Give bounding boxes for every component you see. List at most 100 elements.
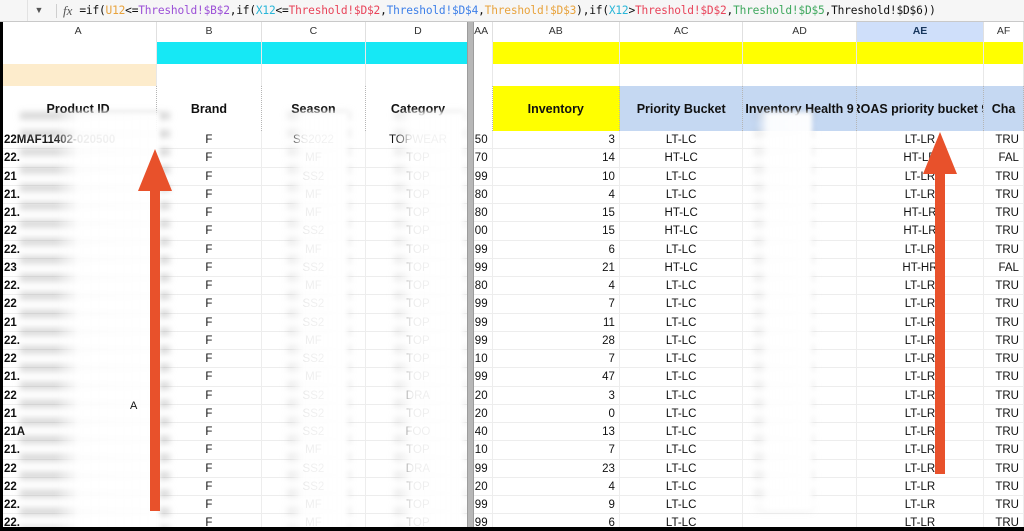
- table-header-cell[interactable]: Inventory: [492, 86, 620, 131]
- chevron-down-icon[interactable]: ▼: [28, 0, 50, 21]
- cell-cha[interactable]: TRU: [984, 222, 1024, 241]
- cell-category[interactable]: TOP: [366, 331, 471, 350]
- cell-inventory[interactable]: 9: [493, 496, 620, 515]
- cell-season[interactable]: SS2: [262, 386, 367, 405]
- cell-inventory[interactable]: 23: [493, 459, 620, 478]
- cell-inventory_health[interactable]: [743, 386, 857, 405]
- cell-priority_bucket[interactable]: LT-LC: [620, 459, 744, 478]
- cell-inventory_health[interactable]: [743, 222, 857, 241]
- cell-cha[interactable]: TRU: [984, 240, 1024, 259]
- cell-inventory_health[interactable]: [743, 477, 857, 496]
- cell-priority_bucket[interactable]: LT-LC: [620, 404, 744, 423]
- cell-inventory_health[interactable]: [743, 459, 857, 478]
- cell-category[interactable]: TOP: [366, 404, 471, 423]
- cell-season[interactable]: MF: [262, 441, 367, 460]
- cell-priority_bucket[interactable]: LT-LC: [620, 240, 744, 259]
- cell-priority_bucket[interactable]: LT-LC: [620, 185, 744, 204]
- cell-inventory[interactable]: 7: [493, 295, 620, 314]
- cell-priority_bucket[interactable]: LT-LC: [620, 423, 744, 442]
- cell-priority_bucket[interactable]: HT-LC: [620, 258, 744, 277]
- cell-priority_bucket[interactable]: HT-LC: [620, 149, 744, 168]
- cell-inventory[interactable]: 0: [493, 404, 620, 423]
- cell-season[interactable]: SS2: [262, 222, 367, 241]
- cell-priority_bucket[interactable]: HT-LC: [620, 204, 744, 223]
- cell-category[interactable]: TOP: [366, 149, 471, 168]
- cell-season[interactable]: SS2022: [262, 131, 367, 150]
- cell-inventory[interactable]: 7: [493, 350, 620, 369]
- cell-inventory[interactable]: 13: [493, 423, 620, 442]
- cell-category[interactable]: DRA: [366, 459, 471, 478]
- cell-priority_bucket[interactable]: LT-LC: [620, 386, 744, 405]
- function-icon[interactable]: fx: [63, 3, 79, 19]
- cell-priority_bucket[interactable]: LT-LC: [620, 313, 744, 332]
- table-header-cell[interactable]: Category: [366, 86, 471, 131]
- cell-cha[interactable]: TRU: [984, 295, 1024, 314]
- cell-season[interactable]: SS2: [262, 404, 367, 423]
- cell-cha[interactable]: TRU: [984, 459, 1024, 478]
- cell-cha[interactable]: FAL: [984, 149, 1024, 168]
- cell-category[interactable]: TOP: [366, 204, 471, 223]
- cell-cha[interactable]: TRU: [984, 204, 1024, 223]
- cell-cha[interactable]: TRU: [984, 368, 1024, 387]
- cell-cha[interactable]: TRU: [984, 496, 1024, 515]
- cell-cha[interactable]: TRU: [984, 441, 1024, 460]
- table-header-cell[interactable]: Priority Bucket: [619, 86, 744, 131]
- cell-category[interactable]: TOP: [366, 441, 471, 460]
- cell-inventory[interactable]: 47: [493, 368, 620, 387]
- cell-season[interactable]: SS2: [262, 350, 367, 369]
- cell-inventory_health[interactable]: [743, 423, 857, 442]
- column-header-a[interactable]: A: [0, 22, 158, 42]
- cell-season[interactable]: SS2: [262, 459, 367, 478]
- cell-inventory[interactable]: 14: [493, 149, 620, 168]
- cell-category[interactable]: TOP: [366, 185, 471, 204]
- cell-cha[interactable]: TRU: [984, 331, 1024, 350]
- table-header-cell[interactable]: Product ID: [0, 86, 158, 131]
- cell-season[interactable]: MF: [262, 331, 367, 350]
- cell-cha[interactable]: TRU: [984, 131, 1024, 150]
- cell-cha[interactable]: TRU: [984, 477, 1024, 496]
- cell-category[interactable]: TOP: [366, 368, 471, 387]
- cell-roas_bucket[interactable]: LT-LR: [857, 477, 985, 496]
- cell-cha[interactable]: FAL: [984, 258, 1024, 277]
- cell-inventory[interactable]: 4: [493, 277, 620, 296]
- cell-inventory[interactable]: 11: [493, 313, 620, 332]
- cell-roas_bucket[interactable]: LT-LR: [857, 496, 985, 515]
- cell-season[interactable]: MF: [262, 496, 367, 515]
- cell-cha[interactable]: TRU: [984, 386, 1024, 405]
- column-header-ab[interactable]: AB: [492, 22, 620, 42]
- cell-inventory_health[interactable]: [743, 149, 857, 168]
- cell-inventory_health[interactable]: [743, 368, 857, 387]
- column-header-row[interactable]: A B C D AA AB AC AD AE AF: [0, 22, 1024, 42]
- cell-cha[interactable]: TRU: [984, 185, 1024, 204]
- column-header-af[interactable]: AF: [984, 22, 1024, 42]
- name-box[interactable]: [0, 0, 28, 21]
- cell-inventory_health[interactable]: [743, 204, 857, 223]
- cell-priority_bucket[interactable]: LT-LC: [620, 295, 744, 314]
- cell-season[interactable]: SS2: [262, 167, 367, 186]
- table-header-cell[interactable]: Inventory Health 9: [743, 86, 857, 131]
- cell-priority_bucket[interactable]: LT-LC: [620, 441, 744, 460]
- table-header-cell[interactable]: ROAS priority bucket 9: [856, 86, 985, 131]
- cell-priority_bucket[interactable]: LT-LC: [620, 131, 744, 150]
- cell-cha[interactable]: TRU: [984, 167, 1024, 186]
- cell-season[interactable]: SS2: [262, 477, 367, 496]
- column-header-ac[interactable]: AC: [619, 22, 744, 42]
- column-header-d[interactable]: D: [366, 22, 471, 42]
- cell-inventory_health[interactable]: [743, 441, 857, 460]
- column-header-ae[interactable]: AE: [856, 22, 985, 42]
- cell-cha[interactable]: TRU: [984, 277, 1024, 296]
- cell-season[interactable]: SS2: [262, 423, 367, 442]
- cell-inventory[interactable]: 3: [493, 131, 620, 150]
- column-header-b[interactable]: B: [157, 22, 262, 42]
- cell-category[interactable]: TOP: [366, 258, 471, 277]
- cell-season[interactable]: MF: [262, 277, 367, 296]
- cell-category[interactable]: TOP: [366, 477, 471, 496]
- cell-priority_bucket[interactable]: LT-LC: [620, 496, 744, 515]
- cell-category[interactable]: TOPWEAR: [366, 131, 471, 150]
- cell-season[interactable]: SS2: [262, 295, 367, 314]
- formula-bar[interactable]: ▼ fx =if(U12<=Threshold!$B$2,if(X12<=Thr…: [0, 0, 1024, 22]
- cell-inventory[interactable]: 15: [493, 222, 620, 241]
- cell-season[interactable]: MF: [262, 240, 367, 259]
- column-header-ad[interactable]: AD: [743, 22, 857, 42]
- table-header-cell[interactable]: Cha: [984, 86, 1024, 131]
